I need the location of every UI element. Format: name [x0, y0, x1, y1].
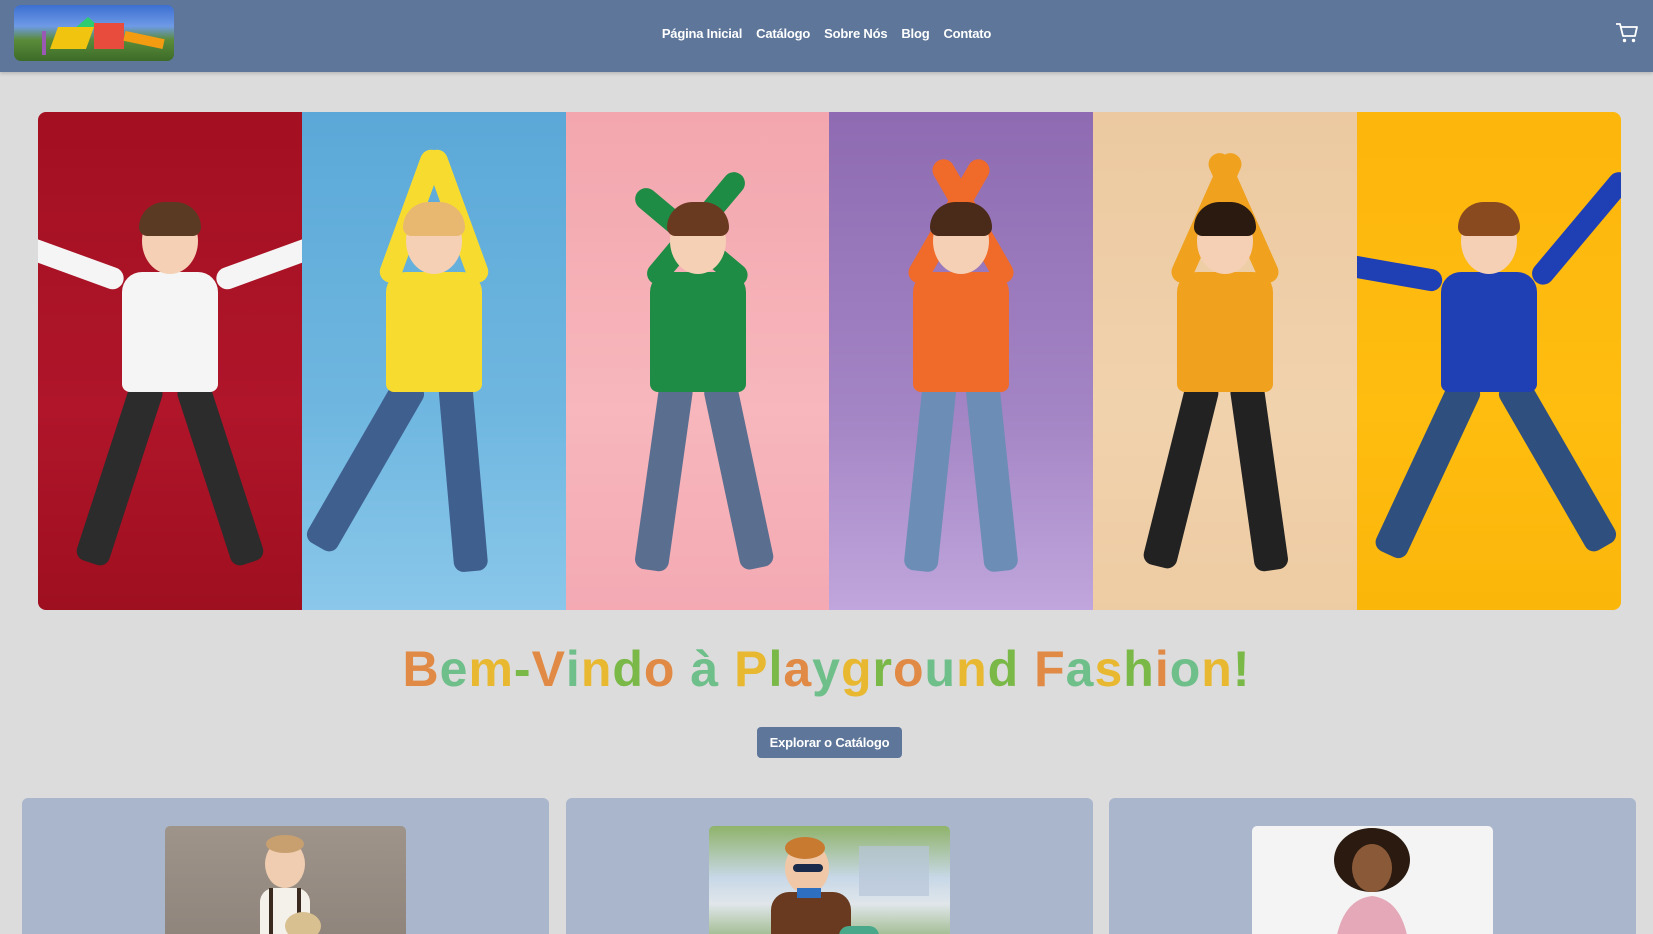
site-header: Página Inicial Catálogo Sobre Nós Blog C… [0, 0, 1653, 72]
cart-icon[interactable] [1615, 22, 1639, 44]
product-photo-boy-sunglasses [709, 826, 950, 934]
hero-panel-3 [565, 112, 830, 610]
hero-panel-1 [38, 112, 302, 610]
welcome-heading: Bem-Vindo à Playground Fashion! [402, 641, 1251, 697]
main-nav: Página Inicial Catálogo Sobre Nós Blog C… [0, 26, 1653, 41]
hero-panel-4 [829, 112, 1094, 610]
hero-panel-5 [1093, 112, 1358, 610]
hero-panel-6 [1357, 112, 1621, 610]
product-photo-baby [165, 826, 406, 934]
nav-link-contact[interactable]: Contato [943, 26, 991, 41]
product-card[interactable] [1109, 798, 1636, 934]
nav-link-catalog[interactable]: Catálogo [756, 26, 810, 41]
hero-panel-2 [301, 112, 566, 610]
nav-link-about[interactable]: Sobre Nós [824, 26, 887, 41]
explore-catalog-button[interactable]: Explorar o Catálogo [757, 727, 902, 758]
nav-link-home[interactable]: Página Inicial [662, 26, 742, 41]
product-photo-girl-hoodie [1252, 826, 1493, 934]
product-card[interactable] [22, 798, 549, 934]
nav-link-blog[interactable]: Blog [901, 26, 929, 41]
product-card[interactable] [566, 798, 1093, 934]
hero-banner [38, 112, 1621, 610]
